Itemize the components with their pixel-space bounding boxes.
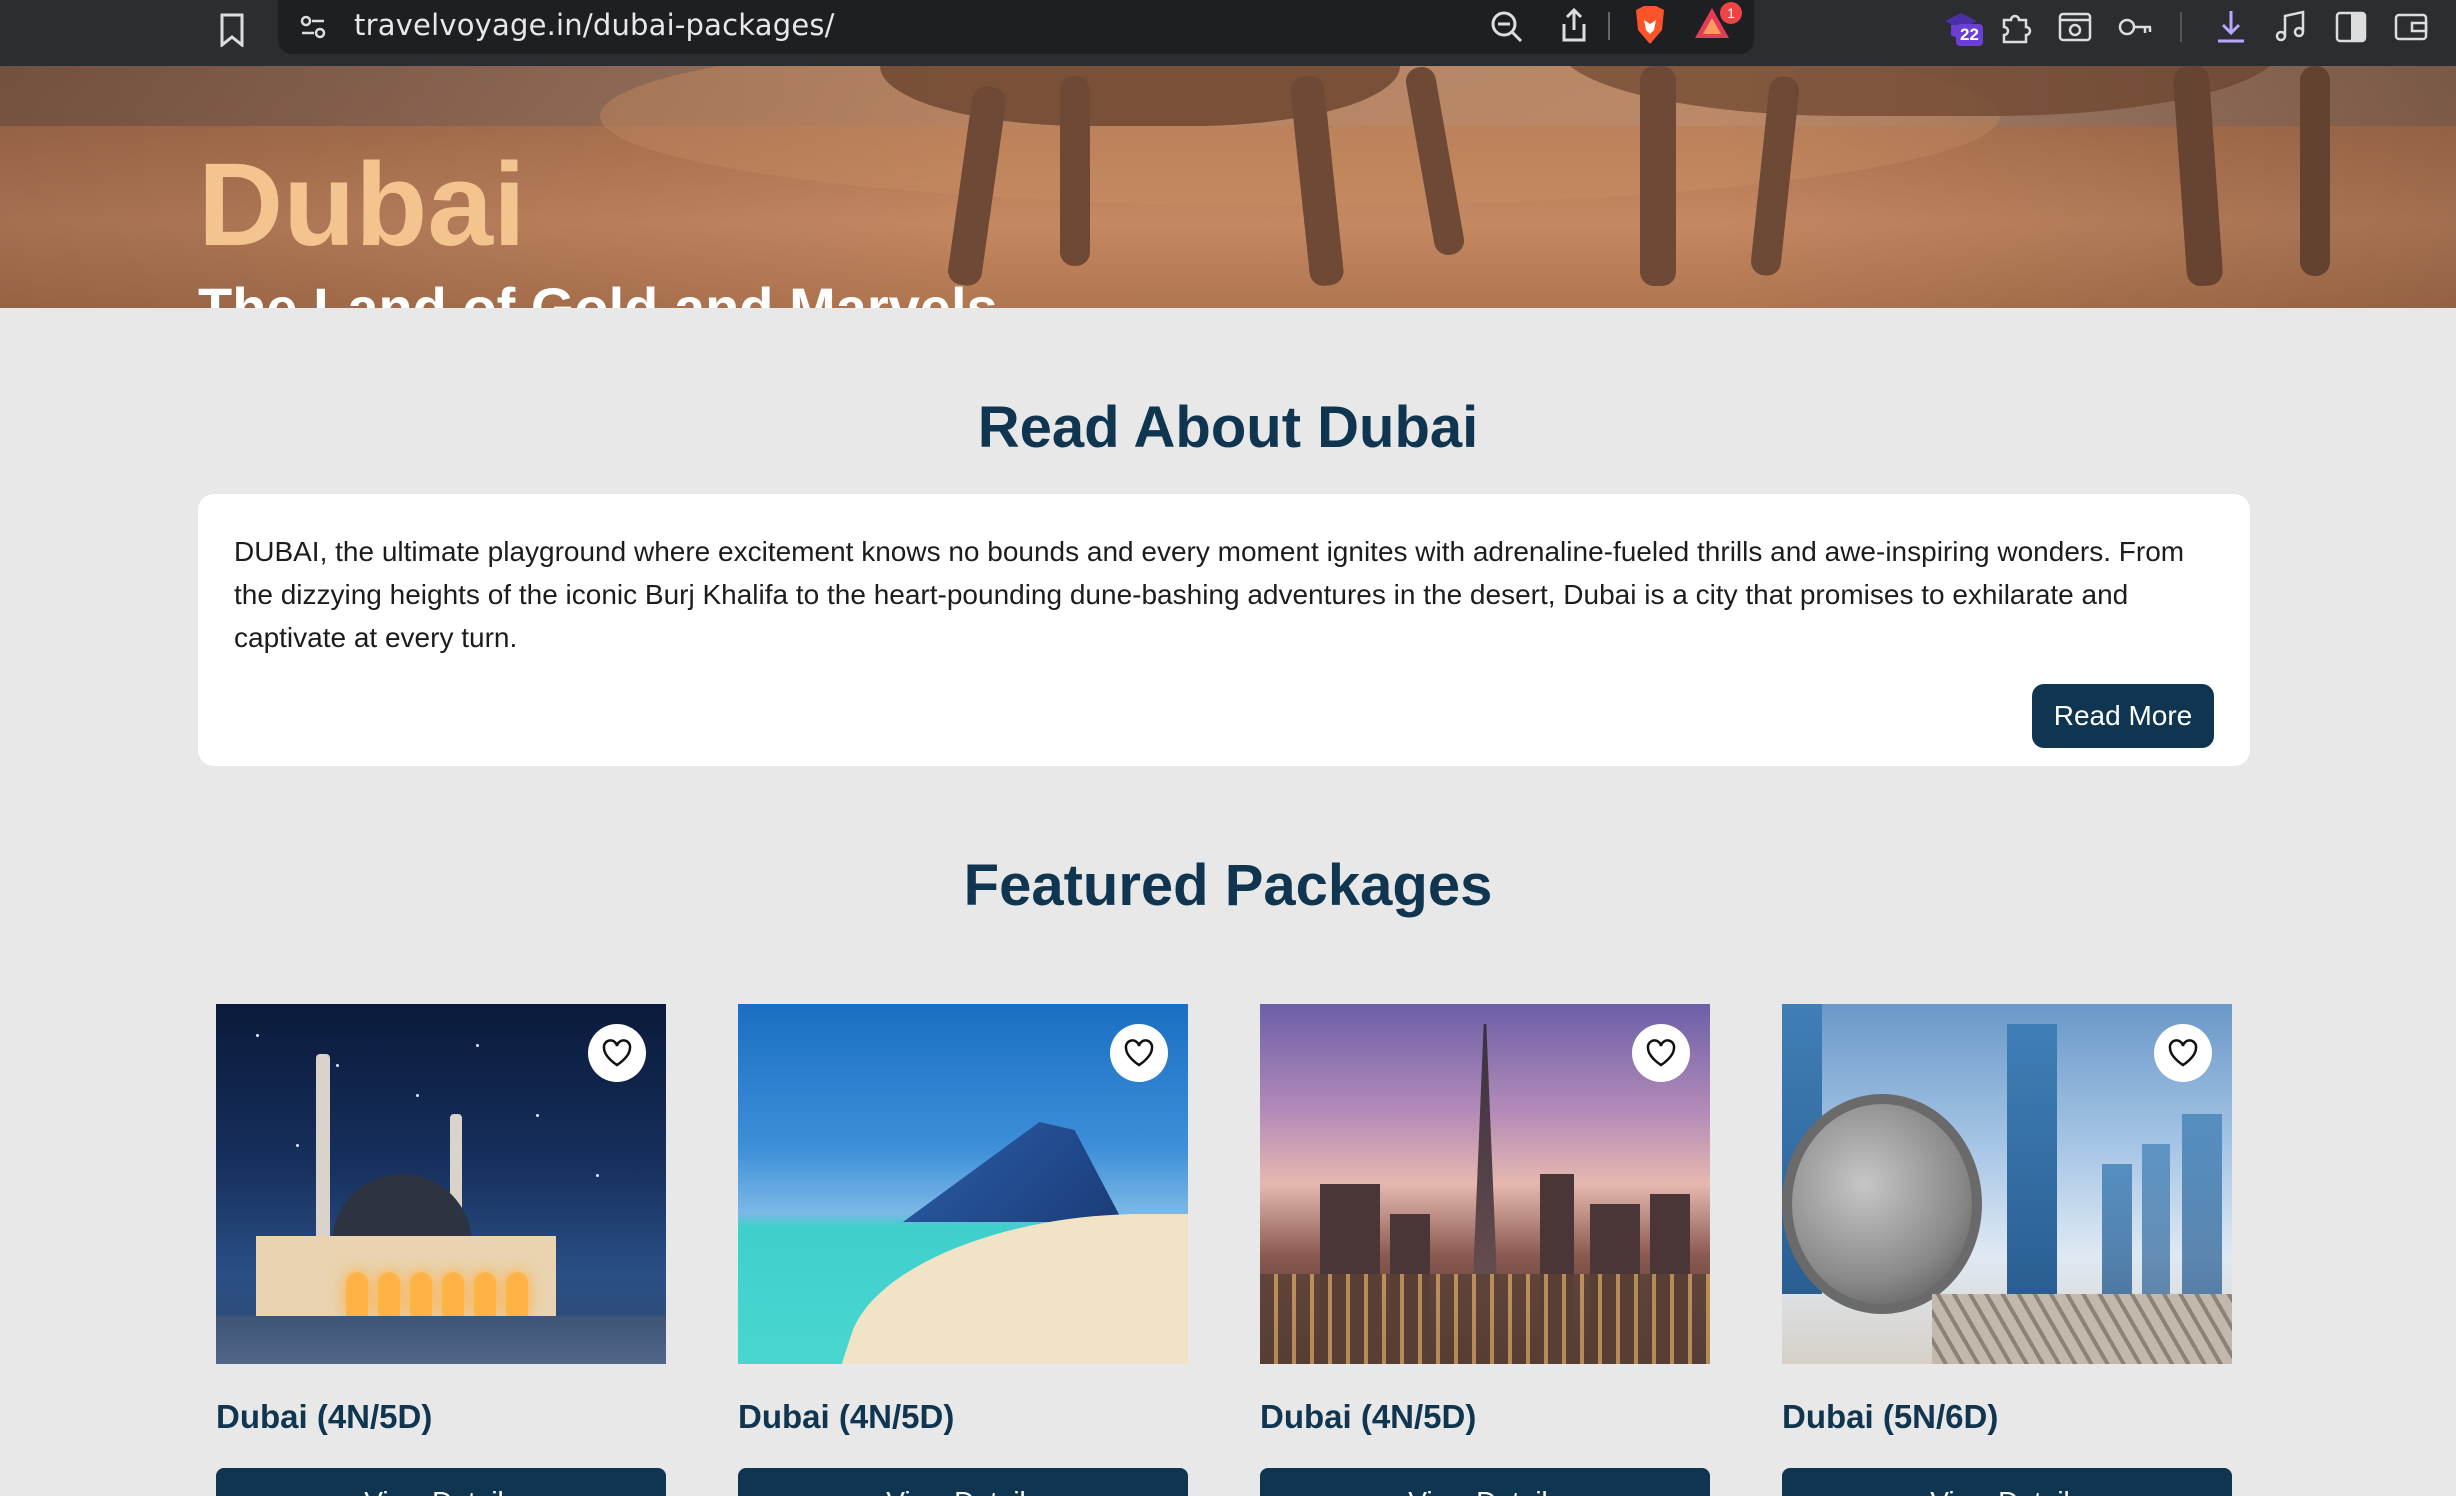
rewards-badge: 1 — [1720, 2, 1742, 24]
burj-khalifa — [1472, 1024, 1498, 1304]
download-icon[interactable] — [2210, 6, 2252, 48]
burj-khalifa-sunset-photo[interactable] — [1260, 1004, 1710, 1364]
hero-banner: Dubai The Land of Gold and Marvels — [0, 66, 2456, 308]
package-card[interactable]: Dubai (4N/5D) View Details — [1260, 1004, 1710, 1496]
heart-icon — [602, 1039, 632, 1067]
sidebar-icon[interactable] — [2330, 6, 2372, 48]
mosque-arch — [378, 1272, 400, 1316]
read-more-button[interactable]: Read More — [2032, 684, 2214, 748]
brave-rewards-icon[interactable]: 1 — [1692, 2, 1742, 46]
mosque-arch — [410, 1272, 432, 1316]
bookmark-icon[interactable] — [214, 8, 250, 52]
url-text[interactable]: travelvoyage.in/dubai-packages/ — [354, 8, 835, 42]
tower — [2007, 1024, 2057, 1294]
beach-hotel-photo[interactable] — [738, 1004, 1188, 1364]
package-name: Dubai (4N/5D) — [216, 1398, 433, 1435]
mosque-arch — [442, 1272, 464, 1316]
mosque-arch — [474, 1272, 496, 1316]
hero-subtitle: The Land of Gold and Marvels — [198, 276, 998, 309]
wishlist-button[interactable] — [2154, 1024, 2212, 1082]
minaret — [316, 1054, 330, 1244]
media-icon[interactable] — [2270, 6, 2312, 48]
read-about-heading: Read About Dubai — [977, 395, 1479, 460]
site-settings-icon[interactable] — [296, 10, 330, 44]
toolbar-separator — [2180, 12, 2182, 42]
mosque-arch — [346, 1272, 368, 1316]
zoom-out-icon[interactable] — [1488, 8, 1526, 46]
view-details-button[interactable]: View Details — [216, 1468, 666, 1496]
city-lights — [1260, 1274, 1710, 1364]
package-name: Dubai (4N/5D) — [738, 1398, 955, 1435]
heart-icon — [1646, 1039, 1676, 1067]
package-card[interactable]: Dubai (5N/6D) View Details — [1782, 1004, 2232, 1496]
plaza — [216, 1316, 666, 1364]
view-details-button[interactable]: View Details — [1260, 1468, 1710, 1496]
puzzle-icon[interactable] — [1994, 6, 2036, 48]
package-card[interactable]: Dubai (4N/5D) View Details — [216, 1004, 666, 1496]
package-card[interactable]: Dubai (4N/5D) View Details — [738, 1004, 1188, 1496]
hotel-building — [903, 1122, 1123, 1222]
heart-icon — [2168, 1039, 2198, 1067]
browser-toolbar: travelvoyage.in/dubai-packages/ 1 22 — [0, 0, 2456, 66]
mosque-arch — [506, 1272, 528, 1316]
view-details-button[interactable]: View Details — [738, 1468, 1188, 1496]
about-text: DUBAI, the ultimate playground where exc… — [234, 536, 2185, 653]
star — [416, 1094, 419, 1097]
mosque-night-photo[interactable] — [216, 1004, 666, 1364]
heart-icon — [1124, 1039, 1154, 1067]
metro-rails — [1932, 1294, 2232, 1364]
toolbar-separator — [1608, 12, 1610, 40]
package-name: Dubai (5N/6D) — [1782, 1398, 1999, 1435]
star — [596, 1174, 599, 1177]
view-details-button[interactable]: View Details — [1782, 1468, 2232, 1496]
password-key-icon[interactable] — [2114, 6, 2156, 48]
wishlist-button[interactable] — [588, 1024, 646, 1082]
extension-badge: 22 — [1956, 24, 1983, 46]
address-bar[interactable]: travelvoyage.in/dubai-packages/ 1 — [278, 0, 1754, 54]
wallet-icon[interactable] — [2390, 6, 2432, 48]
extension-icon[interactable]: 22 — [1940, 6, 1983, 48]
star — [336, 1064, 339, 1067]
sand-beach — [825, 1214, 1188, 1364]
star — [476, 1044, 479, 1047]
about-card: DUBAI, the ultimate playground where exc… — [198, 494, 2250, 766]
brave-shields-icon[interactable] — [1630, 4, 1670, 48]
star — [296, 1144, 299, 1147]
wishlist-button[interactable] — [1110, 1024, 1168, 1082]
featured-packages-heading: Featured Packages — [963, 853, 1493, 918]
star — [536, 1114, 539, 1117]
screenshot-icon[interactable] — [2054, 6, 2096, 48]
wishlist-button[interactable] — [1632, 1024, 1690, 1082]
museum-of-future-photo[interactable] — [1782, 1004, 2232, 1364]
hero-title: Dubai — [198, 139, 526, 271]
share-icon[interactable] — [1556, 6, 1592, 46]
package-name: Dubai (4N/5D) — [1260, 1398, 1477, 1435]
tower — [2182, 1114, 2222, 1294]
star — [256, 1034, 259, 1037]
tower — [2102, 1164, 2132, 1294]
tower — [2142, 1144, 2170, 1294]
museum-building — [1782, 1094, 1982, 1314]
